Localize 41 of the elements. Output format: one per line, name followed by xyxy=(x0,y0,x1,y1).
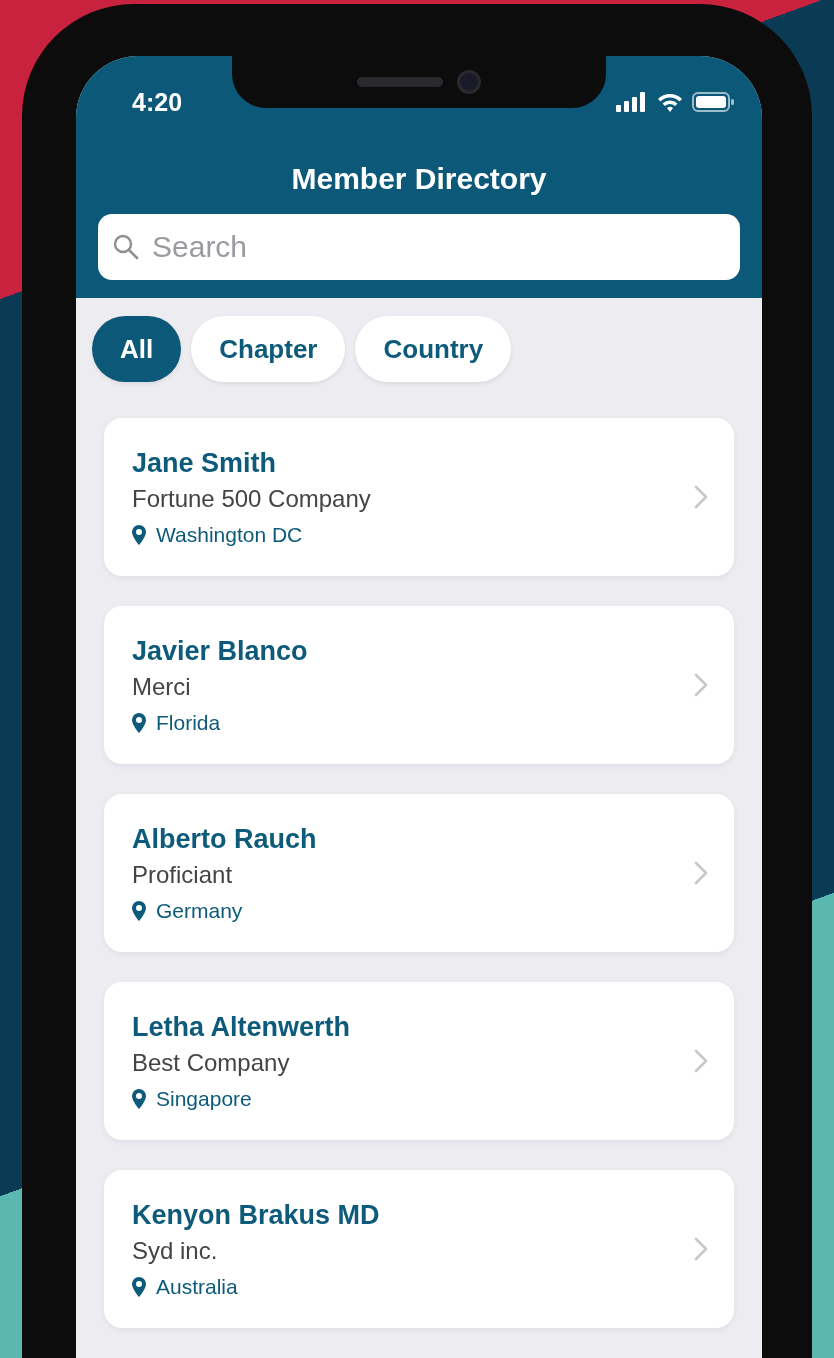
member-company: Proficiant xyxy=(132,860,234,889)
location-pin-icon xyxy=(132,1088,146,1109)
member-card[interactable]: Jane Smith Fortune 500 Company Washington DC xyxy=(104,418,734,576)
member-location: Germany xyxy=(156,898,243,923)
location-pin-icon xyxy=(132,1276,146,1297)
signal-icon xyxy=(616,92,648,112)
member-card[interactable]: Alberto Rauch Proficiant Germany xyxy=(104,794,734,952)
member-name: Letha Altenwerth xyxy=(132,1011,351,1043)
member-company: Syd inc. xyxy=(132,1236,219,1265)
speaker-icon xyxy=(357,77,443,87)
member-name: Kenyon Brakus MD xyxy=(132,1199,380,1231)
member-card[interactable]: Kenyon Brakus MD Syd inc. Australia xyxy=(104,1170,734,1328)
status-time: 4:20 xyxy=(132,87,183,117)
member-card[interactable]: Javier Blanco Merci Florida xyxy=(104,606,734,764)
member-name: Alberto Rauch xyxy=(132,823,317,855)
location-pin-icon xyxy=(132,900,146,921)
member-company: Merci xyxy=(132,672,192,701)
member-card[interactable]: Letha Altenwerth Best Company Singapore xyxy=(104,982,734,1140)
chevron-right-icon xyxy=(694,1237,708,1261)
filter-chip[interactable]: Chapter xyxy=(191,316,346,382)
location-pin-icon xyxy=(132,712,146,733)
chevron-right-icon xyxy=(694,1049,708,1073)
chevron-right-icon xyxy=(694,485,708,509)
chevron-right-icon xyxy=(694,861,708,885)
member-name: Jane Smith xyxy=(132,447,278,479)
camera-icon xyxy=(457,70,481,94)
chevron-right-icon xyxy=(694,673,708,697)
filter-chip[interactable]: All xyxy=(92,316,182,382)
battery-icon xyxy=(692,92,734,112)
screen-title: Member Directory xyxy=(290,162,548,196)
wifi-icon xyxy=(656,91,684,113)
member-location: Singapore xyxy=(156,1086,252,1111)
member-company: Fortune 500 Company xyxy=(132,484,371,513)
search-field[interactable]: Search xyxy=(98,214,740,280)
member-location: Australia xyxy=(156,1274,238,1299)
member-name: Javier Blanco xyxy=(132,635,308,667)
location-pin-icon xyxy=(132,524,146,545)
member-company: Best Company xyxy=(132,1048,291,1077)
filter-chip[interactable]: Country xyxy=(355,316,512,382)
member-location: Washington DC xyxy=(156,522,303,547)
member-location: Florida xyxy=(156,710,221,735)
